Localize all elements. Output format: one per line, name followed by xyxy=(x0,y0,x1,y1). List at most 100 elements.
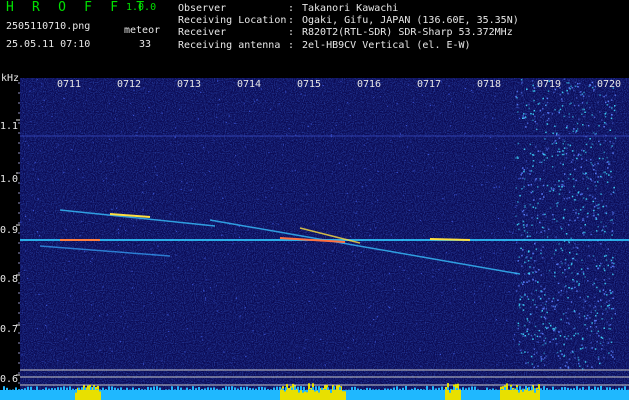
noise-speck xyxy=(544,357,546,359)
noise-speck xyxy=(568,197,571,199)
level-bar-small xyxy=(465,388,467,390)
noise-speck xyxy=(460,227,462,229)
noise-speck xyxy=(308,300,310,302)
noise-speck xyxy=(530,355,533,358)
noise-speck xyxy=(598,157,601,160)
noise-speck xyxy=(561,249,564,252)
noise-speck xyxy=(587,177,590,180)
noise-speck xyxy=(580,209,582,211)
noise-speck xyxy=(558,243,560,245)
noise-speck xyxy=(563,115,565,118)
noise-speck xyxy=(570,237,572,239)
noise-speck xyxy=(560,260,562,263)
noise-speck xyxy=(521,188,523,190)
noise-speck xyxy=(526,318,529,320)
time-tick-0720: 0720 xyxy=(597,79,622,90)
noise-speck xyxy=(218,186,220,188)
noise-speck xyxy=(573,89,575,92)
noise-speck xyxy=(585,317,588,320)
noise-speck xyxy=(256,99,258,101)
level-bar-small xyxy=(399,388,401,390)
time-tick-0719: 0719 xyxy=(537,79,562,90)
noise-speck xyxy=(562,180,565,183)
noise-speck xyxy=(527,260,530,262)
noise-speck xyxy=(555,142,558,144)
level-bar-small xyxy=(582,386,584,390)
noise-speck xyxy=(295,281,297,283)
noise-speck xyxy=(249,110,251,112)
noise-speck xyxy=(609,219,612,222)
noise-speck xyxy=(536,217,539,220)
noise-speck xyxy=(578,153,580,155)
noise-speck xyxy=(515,204,518,207)
noise-speck xyxy=(516,90,518,93)
noise-speck xyxy=(407,84,409,86)
level-bar-small xyxy=(558,389,560,390)
level-bar-small xyxy=(372,389,374,390)
noise-speck xyxy=(234,232,236,234)
noise-speck xyxy=(479,257,481,259)
noise-speck xyxy=(564,262,567,265)
noise-speck xyxy=(592,132,595,134)
noise-speck xyxy=(161,112,163,114)
noise-speck xyxy=(602,205,604,208)
noise-speck xyxy=(553,218,556,220)
noise-speck xyxy=(586,216,589,218)
noise-speck xyxy=(102,286,104,288)
noise-speck xyxy=(523,224,525,226)
noise-speck xyxy=(170,143,172,145)
noise-speck xyxy=(598,140,600,143)
noise-speck xyxy=(528,272,531,274)
noise-speck xyxy=(521,81,523,83)
noise-speck xyxy=(150,198,152,200)
noise-speck xyxy=(497,217,500,220)
noise-speck xyxy=(569,88,571,90)
noise-speck xyxy=(580,94,582,96)
noise-speck xyxy=(601,229,604,231)
noise-speck xyxy=(390,139,392,141)
noise-speck xyxy=(597,207,599,210)
level-bar xyxy=(288,388,290,400)
noise-speck xyxy=(595,204,598,207)
noise-speck xyxy=(539,178,541,180)
noise-speck xyxy=(130,102,132,104)
noise-speck xyxy=(234,122,236,124)
noise-speck xyxy=(565,312,567,314)
noise-speck xyxy=(143,184,145,186)
noise-speck xyxy=(85,289,87,291)
noise-speck xyxy=(449,125,451,127)
noise-speck xyxy=(593,307,595,309)
noise-speck xyxy=(590,162,592,164)
noise-speck xyxy=(277,281,280,283)
noise-speck xyxy=(589,317,591,319)
noise-speck xyxy=(151,292,153,294)
level-bar-small xyxy=(150,387,152,390)
noise-speck xyxy=(432,269,434,271)
noise-speck xyxy=(525,126,527,128)
noise-speck xyxy=(427,153,429,156)
noise-speck xyxy=(314,166,316,168)
noise-speck xyxy=(515,215,517,217)
noise-speck xyxy=(611,219,613,221)
noise-speck xyxy=(368,307,370,309)
noise-speck xyxy=(581,344,583,346)
noise-speck xyxy=(122,257,125,259)
noise-speck xyxy=(43,99,45,101)
noise-speck xyxy=(519,307,521,309)
level-bar-small xyxy=(549,389,551,390)
info-row-location: Receiving Location: Ogaki, Gifu, JAPAN (1… xyxy=(178,15,519,27)
noise-speck xyxy=(591,114,593,116)
noise-speck xyxy=(529,143,531,146)
level-bar-small xyxy=(84,387,86,390)
noise-speck xyxy=(114,96,116,98)
noise-speck xyxy=(142,209,144,211)
noise-speck xyxy=(122,98,124,100)
noise-speck xyxy=(517,322,520,325)
level-bar xyxy=(282,386,284,400)
noise-speck xyxy=(609,289,611,292)
noise-speck xyxy=(556,205,558,207)
noise-speck xyxy=(526,281,528,283)
noise-speck xyxy=(518,256,520,258)
level-bar-small xyxy=(246,386,248,390)
noise-speck xyxy=(582,219,584,222)
